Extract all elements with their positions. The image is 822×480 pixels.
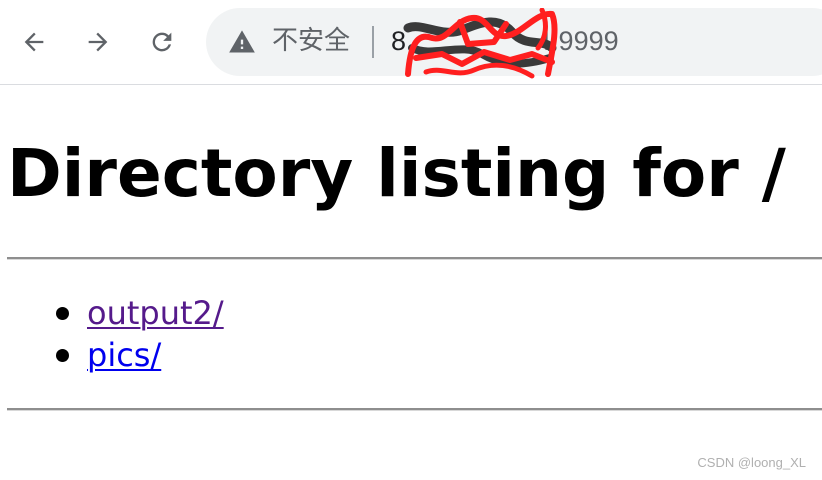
top-divider: [7, 257, 822, 260]
page-title: Directory listing for /: [7, 135, 786, 212]
url-suffix: 4:9999: [536, 26, 619, 56]
arrow-left-icon: [24, 32, 44, 52]
directory-link-pics[interactable]: pics/: [87, 334, 161, 376]
bullet-icon: [56, 349, 69, 362]
reload-icon: [152, 32, 172, 52]
bullet-icon: [56, 307, 69, 320]
browser-toolbar: 不安全 8 4:9999: [0, 0, 822, 85]
warning-triangle-icon: [229, 30, 255, 53]
url-divider: [372, 26, 374, 58]
back-button[interactable]: [14, 22, 54, 62]
url-text[interactable]: 8 4:9999: [391, 24, 619, 58]
security-status-label[interactable]: 不安全: [272, 24, 350, 58]
reload-button[interactable]: [142, 22, 182, 62]
directory-link-output2[interactable]: output2/: [87, 292, 224, 334]
forward-button[interactable]: [78, 22, 118, 62]
address-bar[interactable]: 不安全 8 4:9999: [206, 8, 822, 79]
arrow-right-icon: [88, 32, 108, 52]
watermark-label: CSDN @loong_XL: [697, 455, 806, 470]
url-prefix: 8: [391, 26, 407, 56]
bottom-divider: [7, 408, 822, 411]
